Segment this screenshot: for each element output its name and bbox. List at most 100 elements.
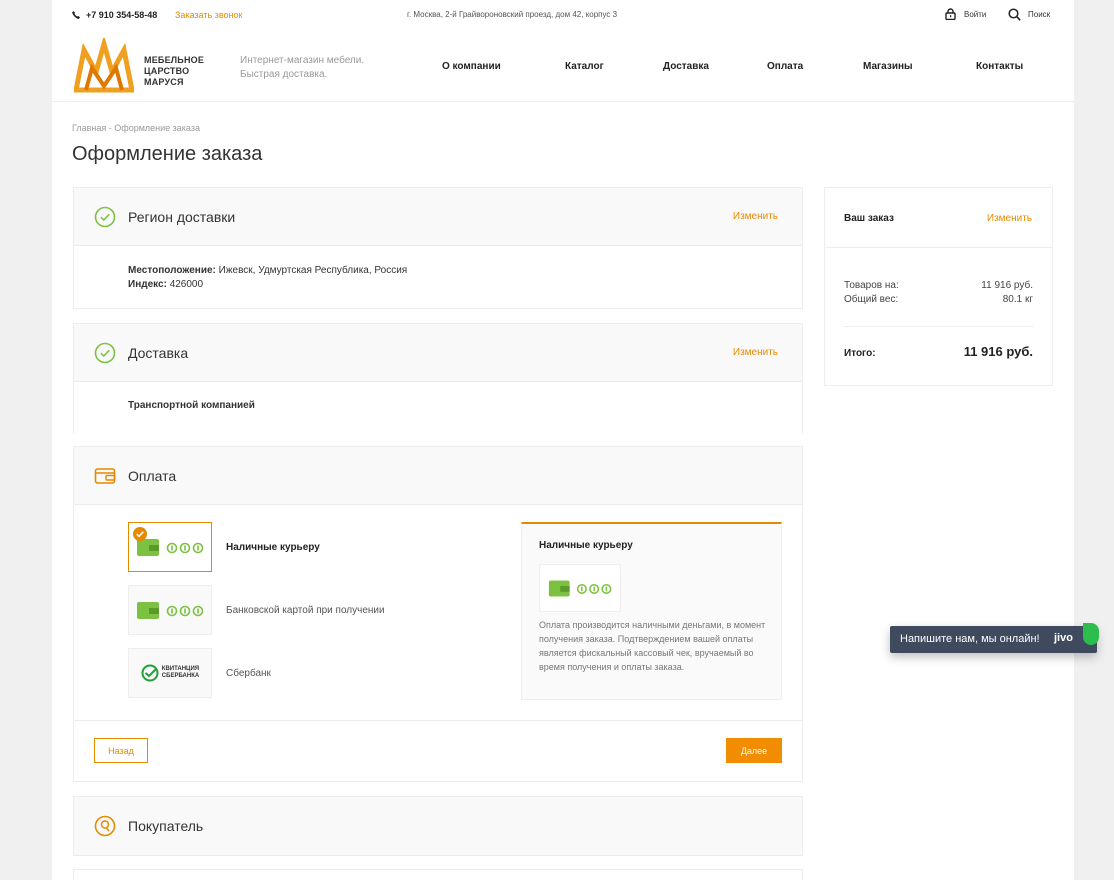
login-label: Войти	[964, 9, 987, 19]
logo-line: ЦАРСТВО	[144, 66, 190, 76]
sberbank-logo-icon	[141, 664, 159, 682]
region-section: Регион доставки Изменить Местоположение:…	[73, 187, 803, 309]
chat-widget[interactable]: Напишите нам, мы онлайн! jivo	[890, 623, 1099, 653]
logo-line: МЕБЕЛЬНОЕ	[144, 55, 205, 65]
order-title: Ваш заказ	[844, 213, 894, 224]
payment-detail-title: Наличные курьеру	[539, 540, 633, 551]
crown-logo-icon[interactable]	[74, 38, 134, 94]
pay-option-card[interactable]	[128, 585, 212, 635]
pay-option-card-label[interactable]: Банковской картой при получении	[226, 605, 385, 616]
phone-number: +7 910 354-58-48	[86, 10, 158, 20]
card-wallet-icon	[137, 602, 204, 619]
search-label: Поиск	[1028, 10, 1051, 19]
payment-actions: Назад Далее	[74, 721, 802, 781]
nav-delivery[interactable]: Доставка	[663, 61, 767, 72]
callback-link[interactable]: Заказать звонок	[175, 10, 242, 20]
buyer-title: Покупатель	[128, 818, 204, 834]
weight-label: Общий вес:	[844, 294, 899, 305]
payment-section-header: Оплата	[74, 447, 802, 505]
breadcrumb-home[interactable]: Главная	[72, 123, 106, 133]
goods-value: 11 916 руб.	[981, 280, 1033, 291]
delivery-body: Транспортной компанией	[74, 382, 802, 432]
goods-label: Товаров на:	[844, 280, 899, 291]
store-address: г. Москва, 2-й Грайвороновский проезд, д…	[407, 10, 618, 19]
header: МЕБЕЛЬНОЕ ЦАРСТВО МАРУСЯ Интернет-магази…	[52, 30, 1074, 102]
logo-text: МЕБЕЛЬНОЕ ЦАРСТВО МАРУСЯ	[144, 55, 204, 88]
order-divider	[844, 326, 1033, 327]
check-circle-icon	[94, 342, 116, 364]
delivery-method: Транспортной компанией	[128, 400, 255, 411]
region-info: Местоположение: Ижевск, Удмуртская Респу…	[128, 264, 407, 292]
chat-text: Напишите нам, мы онлайн!	[900, 633, 1040, 645]
back-button[interactable]: Назад	[94, 738, 148, 763]
login-link[interactable]: Войти	[945, 8, 986, 20]
wallet-icon	[94, 468, 116, 484]
pay-option-cash-label[interactable]: Наличные курьеру	[226, 542, 320, 553]
index-value: 426000	[169, 279, 204, 290]
nav-contacts[interactable]: Контакты	[976, 61, 1023, 72]
tagline-line: Интернет-магазин мебели.	[240, 55, 365, 66]
payment-detail-description: Оплата производится наличными деньгами, …	[539, 620, 766, 672]
chat-online-icon	[1083, 623, 1099, 645]
payment-detail-card: Наличные курьеру Оплата производится нал…	[521, 522, 782, 700]
breadcrumb-current: Оформление заказа	[114, 123, 200, 133]
order-summary-header: Ваш заказ Изменить	[825, 188, 1052, 248]
delivery-change-link[interactable]: Изменить	[733, 347, 778, 358]
total-value: 11 916 руб.	[963, 344, 1033, 359]
payment-title: Оплата	[128, 468, 177, 484]
delivery-section: Доставка Изменить Транспортной компанией	[73, 323, 803, 433]
nav-payment[interactable]: Оплата	[767, 61, 863, 72]
sberbank-logo-text: КВИТАНЦИЯ СБЕРБАНКА	[162, 666, 199, 680]
next-button[interactable]: Далее	[726, 738, 782, 763]
nav-catalog[interactable]: Каталог	[565, 61, 663, 72]
search-link[interactable]: Поиск	[1008, 8, 1050, 21]
top-bar: +7 910 354-58-48 Заказать звонок г. Моск…	[52, 0, 1074, 30]
location-label: Местоположение:	[128, 265, 216, 276]
payment-section: Оплата Наличные курьеру Банковской карто…	[73, 446, 803, 782]
weight-value: 80.1 кг	[1002, 294, 1033, 305]
user-circle-icon	[94, 815, 116, 837]
order-summary: Ваш заказ Изменить Товаров на: 11 916 ру…	[824, 187, 1053, 386]
payment-body: Наличные курьеру Банковской картой при п…	[74, 505, 802, 721]
next-section-stub	[73, 869, 803, 880]
region-change-link[interactable]: Изменить	[733, 211, 778, 222]
buyer-section: Покупатель	[73, 796, 803, 856]
phone-icon	[72, 11, 80, 19]
pay-option-sberbank-label[interactable]: Сбербанк	[226, 668, 271, 679]
buyer-section-header: Покупатель	[74, 797, 802, 855]
check-circle-icon	[94, 206, 116, 228]
delivery-title: Доставка	[128, 345, 189, 361]
main-nav: О компании Каталог Доставка Оплата Магаз…	[442, 61, 1023, 72]
pay-option-cash[interactable]	[128, 522, 212, 572]
page: +7 910 354-58-48 Заказать звонок г. Моск…	[52, 0, 1074, 880]
chat-brand: jivo	[1054, 632, 1073, 644]
selected-check-icon	[133, 527, 147, 541]
order-change-link[interactable]: Изменить	[987, 213, 1032, 224]
nav-about[interactable]: О компании	[442, 61, 565, 72]
nav-stores[interactable]: Магазины	[863, 61, 976, 72]
delivery-section-header: Доставка Изменить	[74, 324, 802, 382]
location-value: Ижевск, Удмуртская Республика, Россия	[218, 265, 408, 276]
region-title: Регион доставки	[128, 209, 236, 225]
index-label: Индекс:	[128, 279, 167, 290]
goods-total-row: Товаров на: 11 916 руб.	[844, 280, 1033, 291]
sberbank-logo-line: КВИТАНЦИЯ	[161, 666, 200, 672]
weight-row: Общий вес: 80.1 кг	[844, 294, 1033, 305]
region-body: Местоположение: Ижевск, Удмуртская Респу…	[74, 246, 802, 308]
index-row: Индекс: 426000	[128, 278, 407, 292]
order-total-row: Итого: 11 916 руб.	[844, 344, 1033, 359]
payment-detail-image	[539, 564, 621, 612]
breadcrumb-separator: -	[108, 123, 112, 133]
logo-line: МАРУСЯ	[144, 77, 184, 87]
sberbank-logo-line: СБЕРБАНКА	[161, 673, 200, 679]
phone[interactable]: +7 910 354-58-48	[72, 10, 157, 20]
location-row: Местоположение: Ижевск, Удмуртская Респу…	[128, 264, 407, 278]
pay-option-sberbank[interactable]: КВИТАНЦИЯ СБЕРБАНКА	[128, 648, 212, 698]
region-section-header: Регион доставки Изменить	[74, 188, 802, 246]
search-icon	[1008, 8, 1021, 21]
total-label: Итого:	[844, 348, 876, 359]
tagline-line: Быстрая доставка.	[240, 69, 328, 80]
tagline: Интернет-магазин мебели. Быстрая доставк…	[240, 54, 364, 82]
cash-wallet-icon	[548, 580, 612, 597]
breadcrumb: Главная - Оформление заказа	[72, 123, 200, 133]
